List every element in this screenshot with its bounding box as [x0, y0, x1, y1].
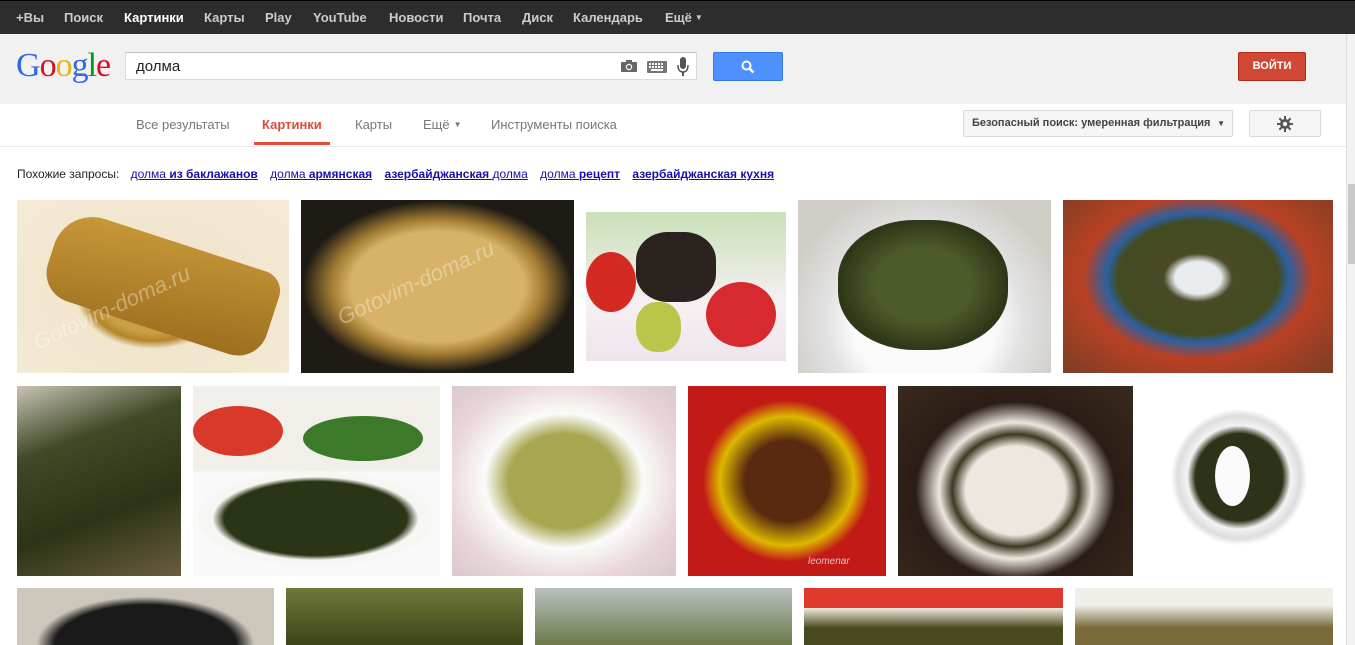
related-link-bold: армянская — [308, 167, 373, 181]
related-link-text: долма — [270, 167, 309, 181]
related-link-bold: азербайджанская — [384, 167, 493, 181]
search-box — [125, 52, 697, 80]
related-link[interactable]: долма из баклажанов — [131, 167, 258, 181]
related-link-text: долма — [492, 167, 528, 181]
scrollbar-thumb[interactable] — [1348, 184, 1355, 264]
related-link-bold: рецепт — [578, 167, 621, 181]
image-result[interactable] — [586, 212, 786, 361]
image-result[interactable] — [193, 386, 440, 576]
related-link[interactable]: долма рецепт — [540, 167, 620, 181]
related-link[interactable]: долма армянская — [270, 167, 372, 181]
watermark-text: leomenar — [808, 556, 850, 567]
search-tabs-bar: Все результаты Картинки Карты Ещё ▼ Инстр… — [0, 104, 1355, 147]
safesearch-label: Безопасный поиск: умеренная фильтрация — [972, 117, 1211, 129]
image-result[interactable] — [535, 588, 792, 645]
topbar-item-calendar[interactable]: Календарь — [573, 10, 643, 25]
eggplant — [636, 232, 716, 302]
image-result[interactable] — [17, 588, 274, 645]
image-result[interactable]: Gotovim-doma.ru — [17, 200, 289, 373]
image-result[interactable] — [17, 386, 181, 576]
topbar-item-maps[interactable]: Карты — [204, 10, 245, 25]
topbar-item-search[interactable]: Поиск — [64, 10, 103, 25]
topbar-more-label: Ещё — [665, 10, 692, 25]
image-result[interactable] — [804, 588, 1063, 645]
topbar-item-news[interactable]: Новости — [389, 10, 444, 25]
tab-maps[interactable]: Карты — [355, 117, 392, 132]
logo-letter: e — [96, 47, 111, 84]
image-result[interactable]: Gotovim-doma.ru — [301, 200, 574, 373]
google-logo[interactable]: Google — [16, 46, 111, 86]
logo-letter: l — [87, 47, 98, 84]
search-button[interactable] — [713, 52, 783, 81]
tomato — [706, 282, 776, 347]
active-tab-indicator — [254, 142, 330, 145]
related-link[interactable]: азербайджанская долма — [385, 167, 528, 181]
yogurt-sauce — [1215, 446, 1250, 506]
search-input[interactable] — [126, 53, 626, 79]
microphone-icon[interactable] — [677, 57, 689, 80]
keyboard-icon[interactable] — [647, 61, 667, 76]
search-header: Google ВОЙТИ — [0, 34, 1355, 105]
image-result[interactable] — [798, 200, 1051, 373]
page-scrollbar[interactable] — [1346, 34, 1355, 645]
settings-button[interactable] — [1249, 110, 1321, 137]
image-result[interactable] — [898, 386, 1133, 576]
pepper — [636, 302, 681, 352]
chevron-down-icon: ▼ — [694, 13, 703, 22]
tab-more-label: Ещё — [423, 117, 450, 132]
related-link-bold: из баклажанов — [169, 167, 258, 181]
related-searches-label: Похожие запросы: — [17, 167, 120, 181]
image-result[interactable] — [452, 386, 676, 576]
tab-images[interactable]: Картинки — [262, 117, 322, 132]
topbar-item-youtube[interactable]: YouTube — [313, 10, 367, 25]
camera-icon[interactable] — [620, 59, 638, 76]
watermark-text: Gotovim-doma.ru — [333, 235, 499, 330]
safesearch-dropdown[interactable]: Безопасный поиск: умеренная фильтрация ▼ — [963, 110, 1233, 137]
tomato — [586, 252, 636, 312]
greens — [303, 416, 423, 461]
chevron-down-icon: ▼ — [453, 120, 462, 129]
tab-search-tools[interactable]: Инструменты поиска — [491, 117, 617, 132]
topbar-item-drive[interactable]: Диск — [522, 10, 553, 25]
tab-more[interactable]: Ещё ▼ — [423, 117, 462, 132]
search-icon — [741, 60, 755, 74]
logo-letter: G — [16, 47, 41, 84]
login-button[interactable]: ВОЙТИ — [1238, 52, 1306, 81]
topbar-item-play[interactable]: Play — [265, 10, 292, 25]
image-result[interactable]: leomenar — [688, 386, 886, 576]
logo-letter: o — [55, 47, 73, 84]
image-result[interactable] — [1063, 200, 1333, 373]
logo-letter: o — [39, 47, 57, 84]
related-link[interactable]: азербайджанская кухня — [632, 167, 774, 181]
topbar-item-mail[interactable]: Почта — [463, 10, 501, 25]
related-link-bold: азербайджанская кухня — [632, 167, 775, 181]
related-link-text: долма — [540, 167, 579, 181]
related-link-text: долма — [130, 167, 170, 181]
tab-all-results[interactable]: Все результаты — [136, 117, 230, 132]
gear-icon — [1277, 116, 1293, 132]
image-result[interactable] — [1145, 386, 1333, 576]
topbar-item-images[interactable]: Картинки — [124, 10, 184, 25]
image-result[interactable] — [286, 588, 523, 645]
dolma-plate — [198, 471, 433, 566]
topbar-item-more[interactable]: Ещё ▼ — [665, 10, 703, 25]
dolma-stack — [838, 220, 1008, 350]
logo-letter: g — [71, 47, 89, 84]
topbar-item-plus-you[interactable]: +Вы — [16, 10, 44, 25]
tomatoes — [193, 406, 283, 456]
chevron-down-icon: ▼ — [1217, 119, 1225, 128]
image-result[interactable] — [1075, 588, 1333, 645]
related-searches: Похожие запросы: долма из баклажанов дол… — [17, 167, 783, 181]
google-top-bar: +Вы Поиск Картинки Карты Play YouTube Но… — [0, 0, 1355, 34]
